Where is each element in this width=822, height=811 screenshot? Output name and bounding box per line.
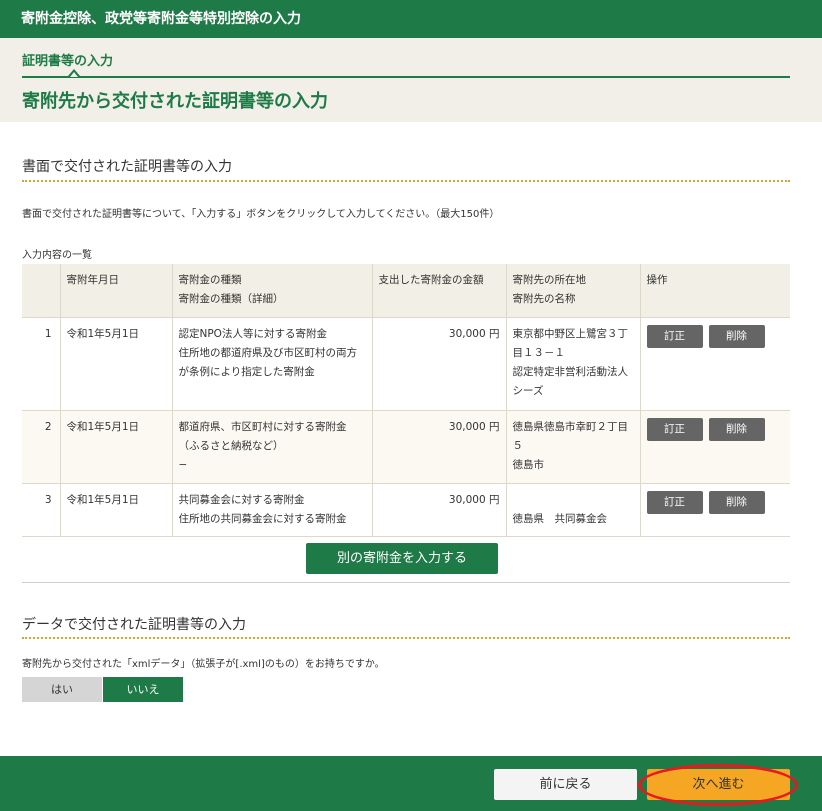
paper-section-description: 書面で交付された証明書等について、「入力する」ボタンをクリックして入力してくださ… [22, 209, 500, 220]
xml-question: 寄附先から交付された「xmlデータ」（拡張子が[.xml]のもの）をお持ちですか… [22, 659, 385, 670]
row-number: 1 [22, 317, 60, 411]
paper-section-title: 書面で交付された証明書等の入力 [22, 159, 232, 175]
row-amount: 30,000 円 [371, 317, 506, 411]
delete-button[interactable]: 削除 [708, 417, 765, 441]
data-section-title: データで交付された証明書等の入力 [22, 617, 246, 633]
back-button[interactable]: 前に戻る [494, 769, 637, 800]
table-row: 2 令和1年5月1日 都道府県、市区町村に対する寄附金（ふるさと納税など） − … [22, 410, 790, 484]
step-divider [22, 76, 790, 78]
row-number: 3 [22, 483, 60, 537]
row-amount: 30,000 円 [371, 410, 506, 484]
row-type: 都道府県、市区町村に対する寄附金（ふるさと納税など） − [171, 410, 372, 484]
edit-button[interactable]: 訂正 [646, 324, 703, 348]
row-type-main: 都道府県、市区町村に対する寄附金（ふるさと納税など） [178, 420, 347, 452]
page-title: 寄附先から交付された証明書等の入力 [22, 91, 328, 112]
list-caption: 入力内容の一覧 [22, 250, 92, 261]
header-place-1: 寄附先の所在地 [512, 274, 587, 286]
row-address: 徳島県徳島市幸町２丁目５ [512, 420, 629, 452]
step-label: 証明書等の入力 [22, 54, 114, 69]
header-place-2: 寄附先の名称 [512, 293, 576, 305]
row-recipient-name: 徳島県 共同募金会 [512, 512, 608, 525]
delete-button[interactable]: 削除 [708, 324, 765, 348]
row-recipient: 徳島県 共同募金会 [505, 483, 640, 537]
row-type-main: 共同募金会に対する寄附金 [178, 493, 305, 506]
row-amount: 30,000 円 [371, 483, 506, 537]
section-divider [22, 637, 790, 639]
table-header-row: 寄附年月日 寄附金の種類 寄附金の種類（詳細） 支出した寄附金の金額 寄附先の所… [22, 264, 790, 318]
row-recipient-name: 徳島市 [512, 458, 545, 471]
section-separator [22, 582, 790, 583]
row-date: 令和1年5月1日 [59, 483, 172, 537]
row-type-detail: − [178, 458, 188, 471]
add-donation-button[interactable]: 別の寄附金を入力する [306, 543, 498, 574]
header-type-2: 寄附金の種類（詳細） [178, 293, 284, 305]
edit-button[interactable]: 訂正 [646, 417, 703, 441]
header-date: 寄附年月日 [59, 264, 172, 318]
table-row: 1 令和1年5月1日 認定NPO法人等に対する寄附金 住所地の都道府県及び市区町… [22, 317, 790, 411]
row-address: 東京都中野区上鷺宮３丁目１３－１ [512, 327, 629, 359]
xml-yes-option[interactable]: はい [22, 677, 102, 702]
edit-button[interactable]: 訂正 [646, 490, 703, 514]
row-date: 令和1年5月1日 [59, 410, 172, 484]
row-ops: 訂正 削除 [639, 483, 790, 537]
row-type-main: 認定NPO法人等に対する寄附金 [178, 327, 327, 340]
row-date: 令和1年5月1日 [59, 317, 172, 411]
header-type-1: 寄附金の種類 [178, 274, 242, 286]
row-ops: 訂正 削除 [639, 317, 790, 411]
delete-button[interactable]: 削除 [708, 490, 765, 514]
header-amount: 支出した寄附金の金額 [371, 264, 506, 318]
app-title: 寄附金控除、政党等寄附金等特別控除の入力 [21, 11, 301, 27]
row-type-detail: 住所地の都道府県及び市区町村の両方が条例により指定した寄附金 [178, 346, 358, 378]
row-recipient-name: 認定特定非営利活動法人シーズ [512, 365, 629, 397]
row-type-detail: 住所地の共同募金会に対する寄附金 [178, 512, 347, 525]
row-type: 認定NPO法人等に対する寄附金 住所地の都道府県及び市区町村の両方が条例により指… [171, 317, 372, 411]
donation-table: 寄附年月日 寄附金の種類 寄附金の種類（詳細） 支出した寄附金の金額 寄附先の所… [22, 264, 790, 537]
row-ops: 訂正 削除 [639, 410, 790, 484]
app-header: 寄附金控除、政党等寄附金等特別控除の入力 [0, 0, 822, 38]
footer-bar: 前に戻る 次へ進む [0, 756, 822, 811]
xml-no-option[interactable]: いいえ [103, 677, 183, 702]
header-type: 寄附金の種類 寄附金の種類（詳細） [171, 264, 372, 318]
header-place: 寄附先の所在地 寄附先の名称 [505, 264, 640, 318]
header-no [22, 264, 60, 318]
section-divider [22, 180, 790, 182]
step-pointer-inner [70, 72, 78, 77]
row-address [513, 491, 634, 510]
table-row: 3 令和1年5月1日 共同募金会に対する寄附金 住所地の共同募金会に対する寄附金… [22, 483, 790, 537]
step-header: 証明書等の入力 寄附先から交付された証明書等の入力 [0, 38, 822, 122]
row-number: 2 [22, 410, 60, 484]
row-type: 共同募金会に対する寄附金 住所地の共同募金会に対する寄附金 [171, 483, 372, 537]
next-button[interactable]: 次へ進む [647, 769, 790, 800]
row-recipient: 東京都中野区上鷺宮３丁目１３－１ 認定特定非営利活動法人シーズ [505, 317, 640, 411]
header-ops: 操作 [639, 264, 790, 318]
row-recipient: 徳島県徳島市幸町２丁目５ 徳島市 [505, 410, 640, 484]
